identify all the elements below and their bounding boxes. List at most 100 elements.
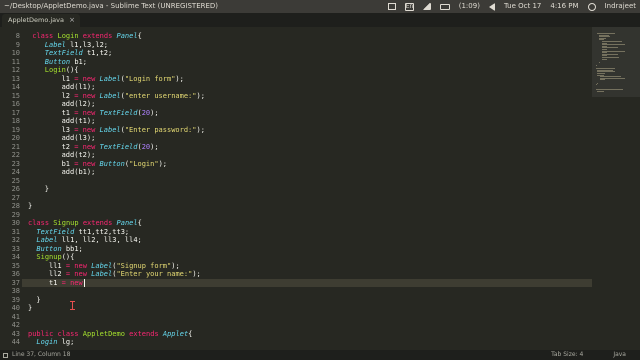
system-tray: En (1:09) Tue Oct 17 4:16 PM Indrajeet	[387, 0, 636, 13]
code-token: t1,t2;	[86, 49, 113, 57]
code-line: }	[28, 202, 32, 211]
mail-icon[interactable]	[387, 3, 396, 10]
code-line: class Signup extends Panel{	[28, 219, 142, 228]
line-number: 21	[11, 142, 20, 151]
code-token: tt1,tt2,tt3;	[78, 227, 130, 236]
code-token: Label	[91, 270, 113, 278]
code-token: add(l2);	[61, 100, 96, 108]
tab-label: AppletDemo.java	[8, 16, 64, 24]
code-token: Label	[44, 40, 71, 49]
code-token: add(l3);	[61, 134, 96, 142]
code-token: ll1, ll2, ll3, ll4;	[61, 236, 142, 244]
code-line: Login lg;	[36, 338, 74, 347]
minimap-line	[596, 65, 597, 66]
current-line-highlight	[22, 278, 592, 287]
code-line: add(t2);	[62, 151, 96, 160]
settings-icon[interactable]	[587, 2, 596, 11]
code-line: add(l1);	[62, 83, 96, 92]
code-line: ll2 = new Label("Enter your name:");	[49, 270, 201, 279]
keyboard-layout-indicator[interactable]: En	[404, 2, 414, 11]
line-number: 31	[11, 227, 20, 236]
line-number: 39	[11, 295, 20, 304]
code-token: );	[158, 159, 168, 168]
code-token: }	[36, 295, 41, 304]
code-token: add(l1);	[61, 83, 96, 91]
code-line: Button b1;	[45, 58, 87, 67]
code-token: Login	[44, 66, 66, 74]
code-token: {	[188, 329, 193, 338]
code-token: TextField	[99, 142, 138, 151]
panel-toggle-icon[interactable]	[3, 352, 8, 358]
code-token: 20	[141, 142, 151, 151]
code-token: {	[137, 32, 142, 40]
code-token: = new	[74, 142, 100, 151]
line-number: 27	[11, 193, 20, 202]
code-token: AppletDemo	[82, 329, 130, 338]
user-name[interactable]: Indrajeet	[605, 0, 636, 13]
line-number: 30	[11, 219, 20, 227]
code-line: }	[28, 304, 32, 313]
code-token: add(b1);	[61, 168, 96, 176]
code-token: b1	[61, 159, 75, 168]
code-token: Label	[91, 261, 113, 270]
code-token: }	[44, 185, 50, 193]
line-number: 24	[11, 168, 20, 176]
line-number: 8	[15, 32, 20, 40]
clock-date[interactable]: Tue Oct 17	[504, 0, 541, 13]
code-token: class	[32, 32, 58, 40]
tab-size-selector[interactable]: Tab Size: 4	[551, 350, 583, 360]
line-number: 41	[11, 312, 20, 321]
line-number: 11	[11, 57, 20, 66]
code-token: = new	[74, 125, 100, 134]
line-number: 38	[11, 287, 20, 295]
clock-time[interactable]: 4:16 PM	[550, 0, 578, 13]
code-token: "Signup form"	[116, 261, 172, 270]
minimap-line	[597, 90, 604, 92]
code-token: Login	[57, 32, 83, 40]
minimap[interactable]	[592, 27, 640, 350]
line-number: 25	[11, 176, 20, 185]
code-token: Login	[36, 338, 62, 346]
code-token: = new	[74, 108, 100, 117]
wifi-icon[interactable]	[422, 3, 431, 10]
line-number: 22	[11, 151, 20, 159]
status-bar: Line 37, Column 18 Tab Size: 4 Java	[0, 350, 640, 360]
code-token: t1	[49, 278, 62, 287]
battery-icon[interactable]	[439, 3, 450, 10]
code-token: = new	[74, 74, 100, 83]
line-number: 14	[11, 83, 20, 91]
volume-icon[interactable]	[488, 2, 495, 11]
syntax-selector[interactable]: Java	[613, 350, 626, 360]
minimap-line	[601, 58, 608, 60]
code-token: extends	[82, 219, 117, 227]
code-editor[interactable]: class Login extends Panel{Label l1,l3,l2…	[22, 27, 592, 350]
code-token: ll2	[49, 270, 66, 278]
code-token: (){	[61, 253, 75, 261]
code-token: bb1;	[65, 244, 83, 253]
code-line: Label ll1, ll2, ll3, ll4;	[36, 236, 141, 245]
code-line: Label l1,l3,l2;	[45, 41, 108, 50]
line-number: 36	[11, 270, 20, 278]
code-token: Label	[99, 91, 121, 100]
code-line: t1 = new	[49, 279, 83, 288]
code-line: l1 = new Label("Login form");	[62, 75, 184, 84]
code-line: add(l2);	[62, 100, 96, 109]
code-token: t1	[61, 108, 75, 117]
code-token: l2	[61, 91, 75, 100]
line-number: 17	[11, 108, 20, 117]
code-token: TextField	[44, 49, 87, 57]
tab-appletdemo[interactable]: AppletDemo.java ×	[2, 14, 80, 27]
code-line: }	[36, 296, 40, 305]
code-token: {	[137, 219, 142, 227]
mouse-ibeam-cursor	[70, 301, 75, 310]
window-title: ~/Desktop/AppletDemo.java - Sublime Text…	[4, 2, 219, 10]
line-number: 34	[11, 253, 20, 261]
line-number: 43	[11, 329, 20, 338]
code-token: "Enter password:"	[124, 125, 197, 134]
code-token: );	[192, 270, 201, 278]
close-icon[interactable]: ×	[69, 14, 75, 27]
code-line: add(l3);	[62, 134, 96, 143]
line-number: 29	[11, 210, 20, 219]
code-token: );	[196, 125, 205, 134]
code-token: lg;	[61, 338, 75, 346]
